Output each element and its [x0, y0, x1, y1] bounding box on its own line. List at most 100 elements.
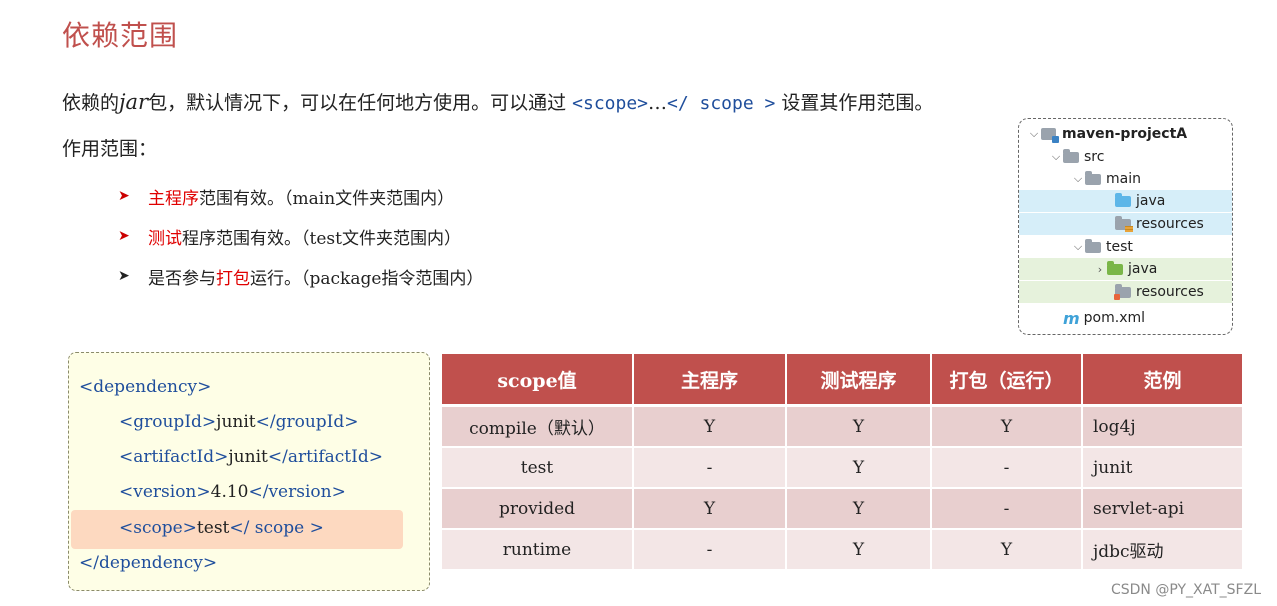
bullet-text: 程序范围有效。（test文件夹范围内）	[182, 228, 461, 249]
table-cell: Y	[931, 404, 1083, 447]
bullet-highlight: 主程序	[148, 188, 199, 209]
tree-node-project[interactable]: ⌵ maven-projectA	[1019, 123, 1232, 145]
column-header: scope值	[442, 354, 634, 406]
intro-text-after: 设置其作用范围。	[775, 92, 934, 114]
xml-value: junit	[228, 447, 268, 467]
scope-label: 作用范围：	[62, 138, 158, 160]
xml-tag: <scope>	[119, 518, 197, 538]
intro-text-middle: 包，默认情况下，可以在任何地方使用。可以通过	[148, 92, 573, 114]
table-row: runtime - Y Y jdbc驱动	[442, 528, 1242, 569]
folder-icon	[1085, 170, 1101, 185]
intro-text-before: 依赖的	[62, 92, 120, 114]
maven-icon: m	[1063, 308, 1080, 328]
arrow-bullet-icon: ➤	[118, 228, 130, 244]
chevron-down-icon[interactable]: ⌵	[1049, 150, 1063, 164]
table-cell: log4j	[1082, 404, 1242, 447]
table-cell: Y	[633, 487, 787, 529]
table-cell: test	[442, 446, 634, 488]
chevron-right-icon[interactable]: ›	[1093, 263, 1107, 276]
tree-node-main-java[interactable]: java	[1019, 190, 1232, 212]
table-cell: -	[931, 487, 1083, 529]
xml-line-dependency-open: <dependency>	[79, 370, 211, 405]
bullet-text: 范围有效。（main文件夹范围内）	[199, 188, 455, 209]
table-cell: junit	[1082, 446, 1242, 488]
table-cell: Y	[786, 404, 932, 447]
table-cell: runtime	[442, 528, 634, 569]
intro-paragraph: 依赖的jar包，默认情况下，可以在任何地方使用。可以通过 <scope>…</ …	[62, 88, 933, 115]
table-cell: -	[633, 446, 787, 488]
xml-tag: </ scope >	[229, 518, 324, 538]
chevron-down-icon[interactable]: ⌵	[1071, 240, 1085, 254]
watermark: CSDN @PY_XAT_SFZL	[1110, 582, 1261, 598]
xml-tag: </dependency>	[79, 553, 218, 573]
table-cell: -	[931, 446, 1083, 488]
tree-label: main	[1106, 171, 1141, 187]
folder-icon	[1063, 148, 1079, 163]
xml-line-dependency-close: </dependency>	[79, 546, 217, 581]
tree-label: src	[1084, 149, 1105, 165]
xml-line-version: <version>4.10</version>	[119, 475, 346, 510]
tree-node-src[interactable]: ⌵ src	[1019, 146, 1232, 168]
intro-ellipsis: …	[648, 92, 667, 114]
bullet-item-test: ➤ 测试 程序范围有效。（test文件夹范围内）	[118, 216, 483, 256]
arrow-bullet-icon: ➤	[118, 268, 130, 284]
table-cell: servlet-api	[1082, 487, 1242, 529]
folder-icon	[1085, 238, 1101, 253]
tree-label: java	[1128, 261, 1158, 277]
arrow-bullet-icon: ➤	[118, 188, 130, 204]
chevron-down-icon[interactable]: ⌵	[1071, 172, 1085, 186]
intro-jar-word: jar	[119, 90, 149, 114]
bullet-prefix: 是否参与	[148, 268, 216, 289]
column-header: 范例	[1082, 354, 1242, 406]
tree-label: java	[1136, 193, 1166, 209]
page-title: 依赖范围	[62, 19, 179, 52]
tree-node-main[interactable]: ⌵ main	[1019, 168, 1232, 190]
table-cell: jdbc驱动	[1082, 528, 1242, 569]
tree-node-pom[interactable]: m pom.xml	[1019, 307, 1232, 329]
table-row: compile（默认） Y Y Y log4j	[442, 404, 1242, 447]
xml-tag: <version>	[119, 482, 211, 502]
xml-tag: </groupId>	[255, 412, 359, 432]
resources-folder-icon	[1115, 215, 1133, 232]
bullet-highlight: 测试	[148, 228, 182, 249]
xml-value: junit	[216, 412, 256, 432]
chevron-down-icon[interactable]: ⌵	[1027, 127, 1041, 141]
table-row: provided Y Y - servlet-api	[442, 487, 1242, 529]
xml-line-scope: <scope>test</ scope >	[119, 511, 324, 546]
test-source-folder-icon	[1107, 260, 1123, 275]
xml-tag: <artifactId>	[119, 447, 229, 467]
source-folder-icon	[1115, 192, 1131, 207]
tree-node-test[interactable]: ⌵ test	[1019, 236, 1232, 258]
table-cell: Y	[786, 487, 932, 529]
tree-label: resources	[1136, 216, 1204, 232]
tree-label: maven-projectA	[1062, 126, 1188, 142]
table-cell: Y	[786, 446, 932, 488]
project-tree: ⌵ maven-projectA ⌵ src ⌵ main java resou…	[1018, 118, 1233, 335]
scope-table: scope值 主程序 测试程序 打包（运行） 范例 compile（默认） Y …	[442, 354, 1242, 569]
intro-scope-open-tag: <scope>	[572, 93, 648, 114]
table-cell: Y	[633, 404, 787, 447]
table-cell: Y	[931, 528, 1083, 569]
xml-value: test	[196, 518, 230, 538]
bullet-text: 运行。（package指令范围内）	[250, 268, 484, 289]
column-header: 打包（运行）	[931, 354, 1083, 406]
table-cell: -	[633, 528, 787, 569]
xml-tag: </version>	[248, 482, 346, 502]
table-cell: Y	[786, 528, 932, 569]
intro-scope-close-tag: </ scope >	[667, 93, 776, 114]
xml-value: 4.10	[210, 482, 249, 502]
tree-node-test-java[interactable]: › java	[1019, 258, 1232, 280]
tree-node-main-resources[interactable]: resources	[1019, 213, 1232, 235]
xml-tag: </artifactId>	[267, 447, 383, 467]
tree-label: resources	[1136, 284, 1204, 300]
xml-tag: <dependency>	[79, 377, 212, 397]
scope-bullet-list: ➤ 主程序 范围有效。（main文件夹范围内） ➤ 测试 程序范围有效。（test文…	[118, 176, 483, 296]
module-folder-icon	[1041, 128, 1059, 143]
bullet-item-main: ➤ 主程序 范围有效。（main文件夹范围内）	[118, 176, 483, 216]
table-row: test - Y - junit	[442, 446, 1242, 488]
table-header-row: scope值 主程序 测试程序 打包（运行） 范例	[442, 354, 1242, 406]
tree-label: pom.xml	[1083, 310, 1146, 326]
bullet-highlight: 打包	[216, 268, 250, 289]
tree-node-test-resources[interactable]: resources	[1019, 281, 1232, 303]
xml-line-groupid: <groupId>junit</groupId>	[119, 405, 359, 440]
